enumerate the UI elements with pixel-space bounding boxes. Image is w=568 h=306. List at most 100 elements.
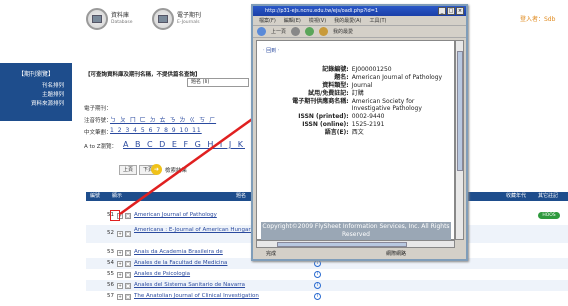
zhuyin-row-label: 注音符號：	[84, 118, 112, 124]
record-label: ISSN (printed):	[298, 113, 349, 120]
sidebar-title: 【期刊瀏覽】	[17, 71, 54, 78]
return-link[interactable]: ‧ 回到 ‧	[263, 47, 448, 54]
header-notes: 其它註記	[538, 193, 559, 199]
database-sublabel: Database	[111, 20, 133, 25]
table-row: 57 + □ The Anatolian Journal of Clinical…	[86, 291, 568, 302]
strokes-links[interactable]: 1 2 3 4 5 6 7 8 9 10 11	[110, 127, 250, 134]
record-label: 題名:	[334, 74, 349, 81]
save-arrow-icon[interactable]: ➜	[151, 164, 162, 175]
row-checkbox[interactable]: +	[117, 283, 123, 289]
record-field: 資料類型: Journal	[263, 82, 448, 89]
row-title-link[interactable]: Anales de Psicologia	[134, 269, 294, 280]
record-label: 試用/免費註記:	[308, 90, 349, 97]
record-field: 題名: American Journal of Pathology	[263, 74, 448, 81]
back-label[interactable]: 上一頁	[271, 26, 286, 38]
row-expand[interactable]: □	[125, 294, 131, 300]
sidebar-item-title-sort[interactable]: 刊名排列	[4, 82, 68, 91]
sidebar-item-subject-sort[interactable]: 主題排列	[4, 91, 68, 100]
login-status: 登入者：Sdb	[520, 16, 556, 23]
horizontal-scrollbar[interactable]	[256, 240, 455, 248]
database-label: 資料庫	[111, 12, 130, 19]
row-expand[interactable]: □	[125, 231, 131, 237]
maximize-icon[interactable]: □	[447, 7, 455, 15]
record-label: 記錄編號:	[322, 66, 349, 73]
table-row: 56 + □ Anales del Sistema Sanitario de N…	[86, 280, 568, 291]
zhuyin-links[interactable]: ㄅ ㄆ ㄇ ㄈ ㄉ ㄊ ㄋ ㄌ ㄍ ㄎ ㄏ	[110, 115, 250, 124]
info-icon[interactable]: i	[314, 271, 321, 278]
prev-page-button[interactable]: 上頁	[119, 165, 137, 175]
ejournal-row-label: 電子期刊：	[84, 106, 112, 112]
record-value: 1525-2191	[351, 121, 385, 128]
strokes-row-label: 中文筆劃：	[84, 130, 112, 136]
favorites-label[interactable]: 我的最愛	[333, 26, 353, 38]
row-expand[interactable]: □	[125, 283, 131, 289]
status-zone: 網際網路	[386, 251, 407, 257]
row-expand[interactable]: □	[125, 272, 131, 278]
record-value: 0002-9440	[351, 113, 385, 120]
record-value: 西文	[351, 129, 364, 136]
row-number: 56	[107, 282, 114, 288]
refresh-icon[interactable]	[305, 27, 315, 36]
menu-file[interactable]: 檔案(F)	[259, 16, 276, 25]
row-checkbox[interactable]: +	[117, 261, 123, 267]
menu-tools[interactable]: 工具(T)	[370, 16, 387, 25]
stop-icon[interactable]	[291, 27, 301, 36]
close-icon[interactable]: ×	[456, 7, 464, 15]
menu-edit[interactable]: 編輯(E)	[284, 16, 301, 25]
vertical-scrollbar[interactable]	[455, 40, 464, 240]
popup-menubar: 檔案(F) 編輯(E) 檢視(V) 我的最愛(A) 工具(T)	[253, 16, 466, 26]
row-expand[interactable]: □	[125, 213, 131, 219]
record-label: ISSN (online):	[302, 121, 349, 128]
row-checkbox[interactable]: +	[117, 294, 123, 300]
row-expand[interactable]: □	[125, 250, 131, 256]
az-links[interactable]: A B C D E F G H I J K	[123, 140, 248, 149]
info-icon[interactable]: i	[314, 260, 321, 267]
name-search-input[interactable]: 題名 (Ii)	[187, 78, 249, 87]
home-icon[interactable]	[319, 27, 329, 36]
info-icon[interactable]: i	[314, 293, 321, 300]
menu-view[interactable]: 檢視(V)	[309, 16, 326, 25]
row-number: 57	[107, 293, 114, 299]
query-title: 【可查詢資料庫及期刊名稱，不提供篇名查詢】	[85, 72, 201, 78]
row-checkbox[interactable]: +	[117, 231, 123, 237]
name-search-label: 題名 (Ii)	[191, 79, 210, 85]
row-tag: HOOS	[538, 212, 560, 219]
record-label: 資料類型:	[322, 82, 349, 89]
record-label: 語言(E):	[324, 129, 349, 136]
save-results-label[interactable]: 檢索結果	[165, 166, 187, 174]
record-label: 電子期刊供應商名稱:	[292, 98, 349, 105]
header-title: 題名	[236, 193, 247, 199]
status-done: 完成	[266, 251, 277, 257]
row-title-link[interactable]: The Anatolian Journal of Clinical Invest…	[134, 291, 294, 302]
database-tool[interactable]: 資料庫 Database	[86, 6, 132, 32]
back-icon[interactable]	[257, 27, 266, 36]
header-select: 編號	[90, 193, 101, 199]
row-number: 55	[107, 271, 114, 277]
minimize-icon[interactable]: _	[438, 7, 446, 15]
database-icon	[86, 8, 108, 30]
row-expand[interactable]: □	[125, 261, 131, 267]
ejournal-tool[interactable]: 電子期刊 E-Journals	[152, 6, 201, 32]
record-field: ISSN (online): 1525-2191	[263, 121, 448, 128]
row-checkbox[interactable]: +	[117, 250, 123, 256]
row-title-link[interactable]: Anales del Sistema Sanitario de Navarra	[134, 280, 294, 291]
record-value: American Society for Investigative Patho…	[351, 98, 422, 112]
az-label: A to Z瀏覽：	[84, 144, 118, 150]
table-row: 55 + □ Anales de Psicologia i	[86, 269, 568, 280]
sidebar: 【期刊瀏覽】 刊名排列 主題排列 資料來源排列	[0, 63, 72, 121]
info-icon[interactable]: i	[314, 282, 321, 289]
popup-titlebar[interactable]: http://p31-ejs.ncnu.edu.tw/ejs/oadi.php?…	[253, 6, 466, 16]
record-field: 語言(E): 西文	[263, 129, 448, 136]
vertical-scroll-thumb[interactable]	[457, 51, 463, 171]
header-display: 顯示	[112, 193, 123, 199]
popup-window: http://p31-ejs.ncnu.edu.tw/ejs/oadi.php?…	[251, 4, 468, 261]
popup-navbar: 上一頁 我的最愛	[253, 26, 466, 38]
row-number: 54	[107, 260, 114, 266]
sidebar-item-source-sort[interactable]: 資料來源排列	[4, 100, 68, 109]
menu-favorites[interactable]: 我的最愛(A)	[334, 16, 361, 25]
horizontal-scroll-thumb[interactable]	[277, 242, 407, 247]
header-years: 收藏年代	[506, 193, 527, 199]
highlight-box	[110, 210, 120, 221]
row-checkbox[interactable]: +	[117, 272, 123, 278]
row-number: 53	[107, 249, 114, 255]
